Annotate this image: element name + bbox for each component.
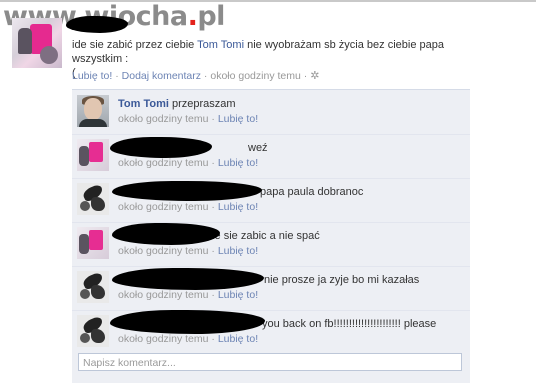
commenter-avatar[interactable]	[77, 315, 109, 347]
comment-timestamp: około godziny temu	[118, 333, 209, 345]
redacted-author-name	[66, 16, 128, 33]
gear-icon[interactable]: ✲	[310, 70, 319, 82]
comment-like-link[interactable]: Lubię to!	[218, 113, 258, 125]
post-like-link[interactable]: Lubię to!	[72, 70, 112, 82]
comment-author-link[interactable]: Tom Tomi	[118, 98, 169, 110]
post-timestamp: około godziny temu	[210, 70, 301, 82]
comment-like-link[interactable]: Lubię to!	[218, 245, 258, 257]
comment-like-link[interactable]: Lubię to!	[218, 157, 258, 169]
comment-text: nie prosze ja zyje bo mi kazałas	[264, 274, 420, 286]
comment-input[interactable]: Napisz komentarz...	[78, 353, 462, 371]
comment-item: papa paula dobranoc około godziny temu ·…	[72, 178, 470, 223]
comment-like-link[interactable]: Lubię to!	[218, 201, 258, 213]
comment-item: nie prosze ja zyje bo mi kazałas około g…	[72, 266, 470, 311]
add-comment-link[interactable]: Dodaj komentarz	[122, 70, 201, 82]
comment-timestamp: około godziny temu	[118, 289, 209, 301]
comment-like-link[interactable]: Lubię to!	[218, 289, 258, 301]
comment-item: ide sie zabic a nie spać około godziny t…	[72, 222, 470, 267]
comment-text: papa paula dobranoc	[260, 186, 364, 198]
comment-timestamp: około godziny temu	[118, 113, 209, 125]
comment-timestamp: około godziny temu	[118, 201, 209, 213]
commenter-avatar[interactable]	[77, 139, 109, 171]
comment-item: Tom Tomi przepraszam około godziny temu …	[72, 90, 470, 135]
comments-list: Tom Tomi przepraszam około godziny temu …	[72, 89, 470, 383]
redacted-author-name	[112, 268, 264, 290]
redacted-author-name	[112, 181, 262, 201]
tagged-name-link[interactable]: Tom Tomi	[197, 39, 244, 51]
redacted-author-name	[110, 137, 212, 158]
comment-text: you back on fb!!!!!!!!!!!!!!!!!!!!!! ple…	[262, 318, 437, 330]
commenter-avatar[interactable]	[77, 183, 109, 215]
comment-timestamp: około godziny temu	[118, 245, 209, 257]
post-author-avatar[interactable]	[12, 18, 62, 68]
comment-text: ide sie zabic a nie spać	[206, 230, 320, 242]
comment-text: przepraszam	[171, 98, 236, 110]
comment-like-link[interactable]: Lubię to!	[218, 333, 258, 345]
comment-item: weź około godziny temu · Lubię to!	[72, 134, 470, 179]
comment-item: you back on fb!!!!!!!!!!!!!!!!!!!!!! ple…	[72, 310, 470, 354]
post-meta: Lubię to! · Dodaj komentarz · około godz…	[72, 70, 320, 82]
commenter-avatar[interactable]	[77, 227, 109, 259]
comment-timestamp: około godziny temu	[118, 157, 209, 169]
commenter-avatar[interactable]	[77, 271, 109, 303]
commenter-avatar[interactable]	[77, 95, 109, 127]
comment-text: weź	[248, 142, 268, 154]
redacted-author-name	[112, 223, 220, 245]
redacted-author-name	[110, 310, 265, 334]
